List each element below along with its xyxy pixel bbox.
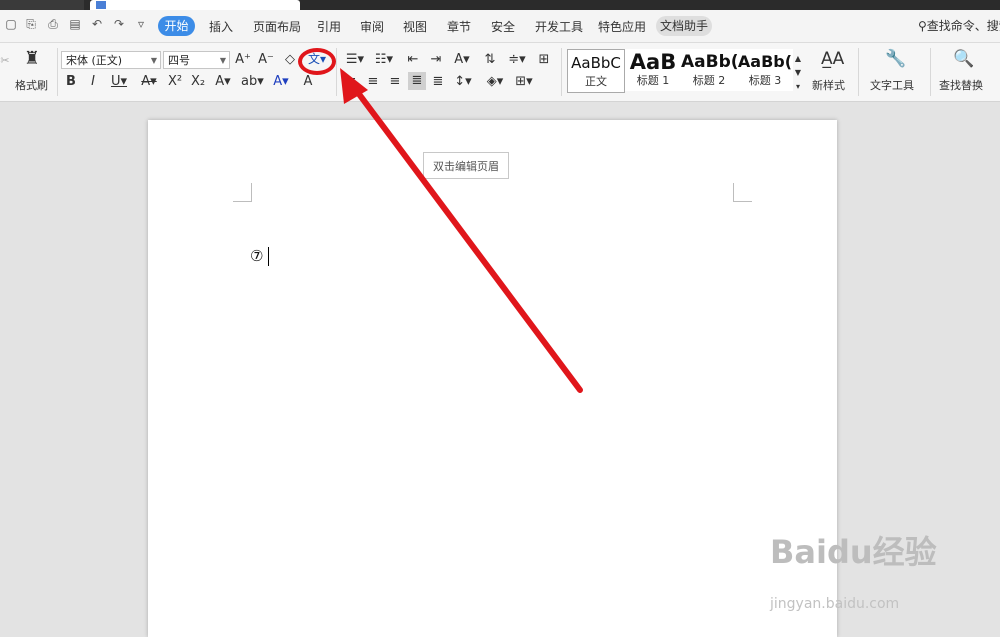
highlight-circle: [298, 48, 336, 75]
sort-icon[interactable]: ⇅: [481, 51, 499, 69]
font-color-icon[interactable]: A▾: [270, 73, 292, 91]
superscript-icon[interactable]: X²: [166, 73, 184, 91]
menu-tab-developer[interactable]: 开发工具: [535, 18, 583, 35]
style-name: 标题 3: [748, 74, 782, 87]
menu-tab-page-layout[interactable]: 页面布局: [253, 18, 301, 35]
command-search[interactable]: ⚲查找命令、搜索: [918, 17, 1000, 34]
line-spacing-icon[interactable]: ↕▾: [452, 73, 474, 91]
style-heading-1[interactable]: AaB 标题 1: [625, 49, 681, 91]
text-effect-icon[interactable]: A▾: [212, 73, 234, 91]
customize-toolbar-icon[interactable]: ▿: [134, 17, 148, 31]
style-sample: AaBb(: [737, 52, 793, 71]
style-name: 标题 2: [692, 74, 726, 87]
title-bar: [0, 0, 1000, 10]
style-name: 标题 1: [636, 74, 670, 87]
grow-font-icon[interactable]: A⁺: [235, 51, 251, 69]
menu-tab-view[interactable]: 视图: [403, 18, 427, 35]
styles-more-icon[interactable]: ▾: [793, 78, 803, 96]
style-sample: AaBb(: [681, 52, 737, 72]
find-icon[interactable]: 🔍: [953, 50, 974, 68]
numbered-list-icon[interactable]: ☷▾: [373, 51, 395, 69]
crop-mark-top-left: [233, 183, 252, 202]
previous-tab[interactable]: [0, 0, 84, 10]
chinese-layout-icon[interactable]: A▾: [451, 51, 473, 69]
style-normal[interactable]: AaBbC 正文: [567, 49, 625, 93]
watermark-url: jingyan.baidu.com: [770, 596, 900, 612]
subscript-icon[interactable]: X₂: [189, 73, 207, 91]
increase-indent-icon[interactable]: ⇥: [427, 51, 445, 69]
align-right-icon[interactable]: ≡: [387, 73, 403, 91]
command-search-label: 查找命令、搜索: [926, 19, 1000, 33]
bold-icon[interactable]: B: [64, 73, 78, 91]
style-sample: AaBbC: [571, 54, 621, 72]
document-tab[interactable]: [90, 0, 300, 10]
shading-icon[interactable]: ◈▾: [484, 73, 506, 91]
search-icon: ⚲: [918, 19, 927, 33]
format-painter-icon[interactable]: ♜: [22, 50, 42, 68]
menu-tab-doc-assistant[interactable]: 文档助手: [656, 16, 712, 36]
align-left-icon[interactable]: ≡: [343, 73, 359, 91]
italic-icon[interactable]: I: [86, 73, 100, 91]
font-name-value: 宋体 (正文): [66, 54, 123, 67]
distributed-align-icon[interactable]: ≣: [430, 73, 446, 91]
menu-tab-review[interactable]: 审阅: [360, 18, 384, 35]
find-replace-label[interactable]: 查找替换: [939, 77, 983, 93]
shrink-font-icon[interactable]: A⁻: [258, 51, 274, 69]
print-icon[interactable]: ⎙: [46, 17, 60, 31]
style-name: 正文: [585, 75, 607, 88]
menu-tab-insert[interactable]: 插入: [209, 18, 233, 35]
menu-tab-home[interactable]: 开始: [158, 16, 195, 36]
undo-icon[interactable]: ↶: [90, 17, 104, 31]
document-content[interactable]: ⑦: [250, 247, 263, 265]
wrench-icon[interactable]: 🔧: [885, 50, 906, 68]
menu-tab-references[interactable]: 引用: [317, 18, 341, 35]
style-heading-3[interactable]: AaBb( 标题 3: [737, 49, 793, 91]
menu-tab-special-apps[interactable]: 特色应用: [598, 18, 646, 35]
chevron-down-icon: ▼: [150, 56, 157, 65]
text-cursor: [268, 247, 269, 266]
chevron-down-icon: ▼: [219, 56, 226, 65]
document-icon: [96, 1, 106, 9]
font-name-dropdown[interactable]: 宋体 (正文) ▼: [61, 51, 161, 69]
save-icon[interactable]: ▢: [4, 17, 18, 31]
style-sample: AaB: [629, 50, 677, 74]
decrease-indent-icon[interactable]: ⇤: [404, 51, 422, 69]
text-tools-label[interactable]: 文字工具: [870, 77, 914, 93]
menu-tab-security[interactable]: 安全: [491, 18, 515, 35]
bullet-list-icon[interactable]: ☰▾: [344, 51, 366, 69]
underline-icon[interactable]: U▾: [108, 73, 130, 91]
new-style-icon[interactable]: A̲A: [821, 50, 844, 68]
crop-mark-top-right: [733, 183, 752, 202]
cut-icon[interactable]: ✂: [0, 52, 10, 70]
strikethrough-icon[interactable]: A▾: [138, 73, 160, 91]
new-style-label[interactable]: 新样式: [812, 77, 845, 93]
menu-tab-section[interactable]: 章节: [447, 18, 471, 35]
edit-header-button[interactable]: 双击编辑页眉: [423, 152, 509, 179]
show-hide-marks-icon[interactable]: ≑▾: [506, 51, 528, 69]
table-grid-icon[interactable]: ⊞: [535, 51, 553, 69]
watermark-logo: Baidu经验: [770, 533, 937, 571]
font-size-dropdown[interactable]: 四号 ▼: [163, 51, 230, 69]
borders-icon[interactable]: ⊞▾: [513, 73, 535, 91]
style-heading-2[interactable]: AaBb( 标题 2: [681, 49, 737, 91]
export-pdf-icon[interactable]: ⎘: [24, 17, 38, 31]
character-shading-icon[interactable]: A: [300, 73, 316, 91]
justify-icon[interactable]: ≣: [408, 72, 426, 90]
print-preview-icon[interactable]: ▤: [68, 17, 82, 31]
font-size-value: 四号: [168, 54, 190, 67]
clear-format-icon[interactable]: ◇: [281, 51, 299, 69]
highlight-color-icon[interactable]: ab▾: [241, 73, 264, 91]
redo-icon[interactable]: ↷: [112, 17, 126, 31]
align-center-icon[interactable]: ≡: [365, 73, 381, 91]
format-painter-label[interactable]: 格式刷: [15, 77, 48, 93]
